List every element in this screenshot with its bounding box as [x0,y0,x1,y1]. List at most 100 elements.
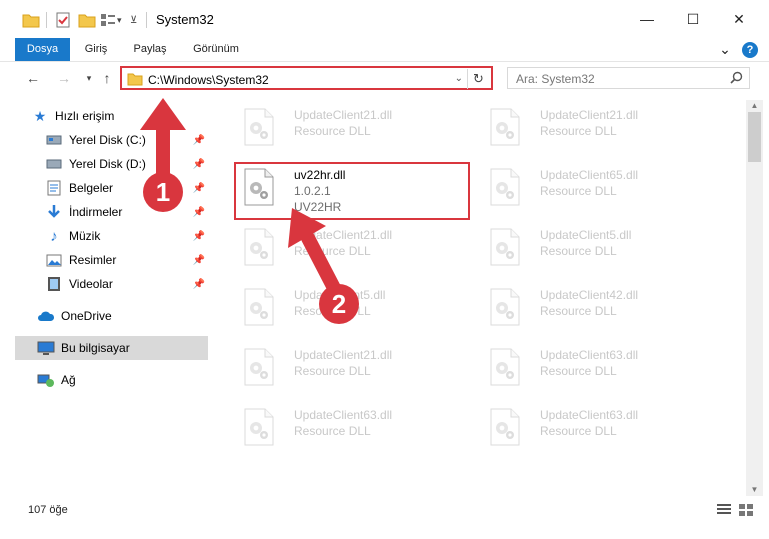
tab-file[interactable]: Dosya [15,38,70,61]
recent-locations-button[interactable]: ▾ [80,69,98,87]
folder-icon [127,73,143,86]
documents-icon [45,180,63,196]
large-icons-view-icon[interactable] [738,503,754,517]
file-name: UpdateClient42.dll [540,288,639,302]
file-name: UpdateClient63.dll [540,408,639,422]
nav-this-pc[interactable]: Bu bilgisayar [15,336,208,360]
file-description: Resource DLL [540,424,617,438]
address-path[interactable]: C:\Windows\System32 [148,73,269,87]
dll-file-icon [490,408,520,446]
nav-network[interactable]: Ağ [37,368,230,392]
nav-onedrive[interactable]: OneDrive [37,304,230,328]
file-description: Resource DLL [294,424,371,438]
video-icon [45,276,63,292]
file-tile[interactable]: UpdateClient63.dll Resource DLL [232,402,462,458]
pin-icon[interactable]: 📌 [193,183,205,194]
tab-home[interactable]: Giriş [78,38,114,61]
dll-file-icon [244,408,274,446]
file-name: UpdateClient65.dll [540,168,639,182]
network-icon [37,372,55,388]
nav-pictures[interactable]: Resimler 📌 [45,248,209,272]
pin-icon[interactable]: 📌 [193,135,205,146]
file-tile[interactable]: UpdateClient21.dll Resource DLL [232,222,462,278]
tab-view[interactable]: Görünüm [186,38,246,61]
nav-videos[interactable]: Videolar 📌 [45,272,209,296]
nav-drive-c[interactable]: Yerel Disk (C:) 📌 [45,128,209,152]
nav-label: Yerel Disk (D:) [69,157,146,171]
address-dropdown-icon[interactable]: ⌄ [455,73,463,84]
back-button[interactable]: ← [24,69,42,87]
file-tile[interactable]: UpdateClient5.dll Resource DLL [478,222,708,278]
nav-music[interactable]: ♪ Müzik 📌 [45,224,209,248]
nav-drive-d[interactable]: Yerel Disk (D:) 📌 [45,152,209,176]
nav-downloads[interactable]: İndirmeler 📌 [45,200,209,224]
customize-toolbar-icon[interactable]: ⊻ [130,10,137,30]
chevron-down-icon[interactable]: ▾ [117,10,122,30]
file-tile[interactable]: UpdateClient21.dll Resource DLL [232,342,462,398]
dll-file-icon [490,168,520,206]
file-name: UpdateClient21.dll [540,108,639,122]
file-tile[interactable]: UpdateClient63.dll Resource DLL [478,402,708,458]
properties-icon[interactable] [54,10,72,30]
up-button[interactable]: ↑ [98,69,116,87]
navigation-pane: ★ Hızlı erişim Yerel Disk (C:) 📌 Yerel D… [15,100,215,496]
file-name: UpdateClient21.dll [294,348,393,362]
file-description: Resource DLL [540,364,617,378]
file-tile[interactable]: UpdateClient21.dll Resource DLL [478,102,708,158]
step-badge-1: 1 [143,172,183,212]
download-icon [45,204,63,220]
pin-icon[interactable]: 📌 [193,159,205,170]
nav-label: Belgeler [69,181,114,195]
address-bar[interactable]: C:\Windows\System32 ⌄ ↻ [120,66,493,90]
music-icon: ♪ [50,227,58,245]
dll-file-icon [244,348,274,386]
file-name: UpdateClient21.dll [294,108,393,122]
ribbon-collapse-icon[interactable]: ⌄ [718,38,732,61]
file-name: UpdateClient21.dll [294,228,393,242]
forward-button[interactable]: → [55,69,73,87]
tab-share[interactable]: Paylaş [128,38,172,61]
pin-icon[interactable]: 📌 [193,279,205,290]
nav-label: OneDrive [61,309,112,323]
file-list: UpdateClient21.dll Resource DLL uv22hr.dll… [222,100,744,496]
file-description: Resource DLL [540,124,617,138]
nav-quick-access[interactable]: ★ Hızlı erişim [31,104,224,128]
window-title: System32 [156,12,214,27]
file-name: UpdateClient63.dll [540,348,639,362]
file-description: Resource DLL [294,124,371,138]
scroll-thumb[interactable] [748,112,761,162]
refresh-icon[interactable]: ↻ [467,69,489,89]
help-icon[interactable]: ? [742,42,758,58]
nav-label: Yerel Disk (C:) [69,133,146,147]
dll-file-icon [244,228,274,266]
search-box[interactable]: Ara: System32 [507,67,750,89]
minimize-button[interactable]: — [624,0,670,38]
nav-label: İndirmeler [69,205,123,219]
file-tile[interactable]: UpdateClient21.dll Resource DLL [232,102,462,158]
drive-icon [45,156,63,172]
step-badge-2: 2 [319,284,359,324]
file-description: Resource DLL [294,244,371,258]
scroll-down-icon[interactable]: ▼ [746,484,763,496]
new-folder-icon[interactable] [78,10,96,30]
view-icon[interactable] [100,10,116,30]
file-tile[interactable]: UpdateClient63.dll Resource DLL [478,342,708,398]
nav-label: Hızlı erişim [55,109,115,123]
file-tile[interactable]: UpdateClient42.dll Resource DLL [478,282,708,338]
maximize-button[interactable]: ☐ [670,0,716,38]
pin-icon[interactable]: 📌 [193,255,205,266]
file-description: Resource DLL [540,184,617,198]
dll-file-icon [490,288,520,326]
dll-file-icon [244,288,274,326]
close-button[interactable]: ✕ [716,0,762,38]
file-tile[interactable]: UpdateClient65.dll Resource DLL [478,162,708,218]
pin-icon[interactable]: 📌 [193,231,205,242]
pin-icon[interactable]: 📌 [193,207,205,218]
nav-documents[interactable]: Belgeler 📌 [45,176,209,200]
computer-icon [37,340,55,356]
scroll-up-icon[interactable]: ▲ [746,100,763,112]
search-input[interactable]: Ara: System32 [516,72,595,86]
details-view-icon[interactable] [716,503,732,517]
nav-label: Videolar [69,277,113,291]
vertical-scrollbar[interactable]: ▲ ▼ [746,100,763,496]
